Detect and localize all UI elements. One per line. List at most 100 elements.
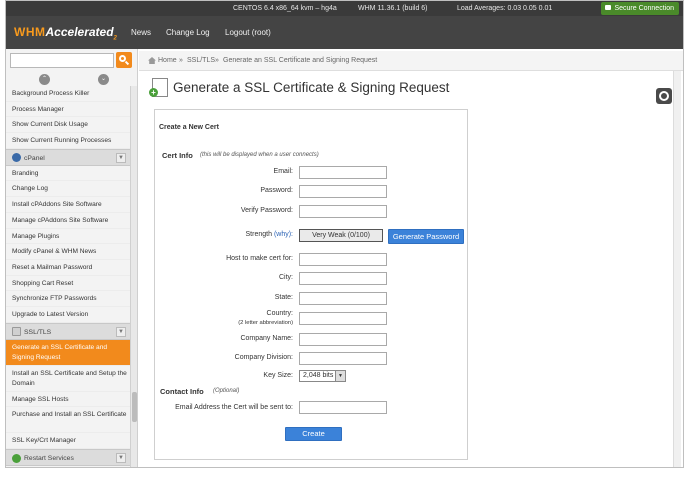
breadcrumb-home[interactable]: Home (158, 57, 177, 64)
password-label: Password: (260, 187, 293, 194)
generate-password-button[interactable]: Generate Password (388, 229, 464, 244)
key-size-value: 2,048 bits (303, 372, 334, 379)
company-name-field[interactable] (299, 333, 387, 346)
main-scrollbar[interactable] (673, 71, 681, 467)
breadcrumb-sep: » (215, 57, 219, 64)
sidebar: ⌃ ⌄ Background Process Killer Process Ma… (6, 49, 138, 467)
contact-optional-note: (Optional) (213, 388, 240, 394)
page-title: Generate a SSL Certificate & Signing Req… (173, 80, 450, 95)
secure-connection-label: Secure Connection (614, 5, 674, 12)
certificate-page-icon: + (149, 78, 168, 97)
secure-connection-badge: Secure Connection (601, 2, 679, 15)
host-label: Host to make cert for: (226, 255, 293, 262)
whm-logo[interactable]: WHMAccelerated2 (14, 25, 117, 41)
sidebar-category-label: cPanel (24, 154, 45, 162)
sidebar-item-manage-cpaddons[interactable]: Manage cPAddons Site Software (6, 213, 130, 229)
restart-icon (12, 453, 21, 463)
whm-version: WHM 11.36.1 (build 6) (358, 5, 428, 12)
breadcrumb-current: Generate an SSL Certificate and Signing … (223, 57, 378, 64)
sidebar-search-input[interactable] (10, 53, 114, 68)
sidebar-item-branding[interactable]: Branding (6, 166, 130, 182)
state-label: State: (274, 294, 293, 301)
sidebar-collapse-row: ⌃ ⌄ (6, 71, 137, 87)
sidebar-item-shopping-cart-reset[interactable]: Shopping Cart Reset (6, 276, 130, 292)
breadcrumb: Home » SSL/TLS » Generate an SSL Certifi… (139, 51, 683, 71)
why-link[interactable]: (why): (274, 231, 293, 238)
status-bar: CENTOS 6.4 x86_64 kvm – hg4a WHM 11.36.1… (6, 1, 683, 16)
company-division-label: Company Division: (234, 354, 293, 361)
sidebar-item-process-manager[interactable]: Process Manager (6, 102, 130, 118)
verify-password-label: Verify Password: (240, 207, 293, 214)
sidebar-scroll-thumb[interactable] (132, 392, 137, 422)
sidebar-category-label: Restart Services (24, 455, 74, 462)
company-division-field[interactable] (299, 352, 387, 365)
lock-icon (605, 5, 612, 10)
country-note: (2 letter abbreviation) (238, 320, 293, 326)
state-field[interactable] (299, 292, 387, 305)
email-field[interactable] (299, 166, 387, 179)
verify-password-field[interactable] (299, 205, 387, 218)
strength-text: Strength (245, 231, 272, 238)
contact-email-label: Email Address the Cert will be sent to: (175, 404, 293, 411)
sidebar-item-install-ssl[interactable]: Install an SSL Certificate and Setup the… (6, 366, 130, 392)
chevron-down-icon: ▼ (335, 371, 345, 381)
sidebar-item-manage-plugins[interactable]: Manage Plugins (6, 229, 130, 245)
sidebar-item-disk-usage[interactable]: Show Current Disk Usage (6, 117, 130, 134)
sidebar-item-reset-mailman[interactable]: Reset a Mailman Password (6, 260, 130, 276)
sidebar-item-modify-news[interactable]: Modify cPanel & WHM News (6, 244, 130, 260)
logo-accelerated-text: Accelerated (45, 25, 114, 39)
sidebar-item-ssl-key-manager[interactable]: SSL Key/Crt Manager (6, 433, 130, 449)
os-info: CENTOS 6.4 x86_64 kvm – hg4a (233, 5, 337, 12)
logo-whm-text: WHM (14, 25, 46, 39)
sidebar-item-change-log[interactable]: Change Log (6, 181, 130, 198)
chevron-down-icon: ▼ (116, 326, 126, 337)
form-heading: Create a New Cert (159, 124, 219, 131)
contact-email-field[interactable] (299, 401, 387, 414)
country-field[interactable] (299, 312, 387, 325)
sidebar-menu: Background Process Killer Process Manage… (6, 86, 130, 466)
password-field[interactable] (299, 185, 387, 198)
sidebar-search-button[interactable] (116, 52, 132, 68)
country-label: Country: (266, 310, 293, 317)
nav-logout-link[interactable]: Logout (root) (225, 28, 271, 37)
key-size-select[interactable]: 2,048 bits ▼ (299, 370, 346, 382)
sidebar-scrollbar[interactable] (130, 86, 137, 467)
sidebar-item-generate-ssl[interactable]: Generate an SSL Certificate and Signing … (6, 339, 130, 366)
chevron-down-icon: ▼ (116, 453, 126, 463)
chevron-down-icon: ▼ (116, 152, 126, 163)
sidebar-item-running-processes[interactable]: Show Current Running Processes (6, 133, 130, 149)
load-averages: Load Averages: 0.03 0.05 0.01 (457, 5, 553, 12)
whm-window: CENTOS 6.4 x86_64 kvm – hg4a WHM 11.36.1… (5, 0, 684, 468)
sidebar-category-restart[interactable]: Restart Services ▼ (6, 449, 130, 466)
cpanel-icon (12, 153, 21, 163)
nav-news-link[interactable]: News (131, 28, 151, 37)
create-button[interactable]: Create (285, 427, 342, 441)
city-field[interactable] (299, 272, 387, 285)
logo-version-text: 2 (113, 35, 117, 42)
plus-icon: + (149, 88, 158, 97)
collapse-all-icon[interactable]: ⌃ (39, 74, 50, 85)
sidebar-item-purchase-ssl[interactable]: Purchase and Install an SSL Certificate (6, 407, 130, 434)
help-icon[interactable] (656, 88, 672, 104)
sidebar-item-install-cpaddons[interactable]: Install cPAddons Site Software (6, 197, 130, 213)
strength-label: Strength (why): (246, 231, 293, 238)
generate-cert-form: Create a New Cert Cert Info (this will b… (154, 109, 468, 460)
sidebar-category-ssl[interactable]: SSL/TLS ▼ (6, 322, 130, 340)
cert-info-heading: Cert Info (162, 151, 193, 160)
expand-all-icon[interactable]: ⌄ (98, 74, 109, 85)
cert-info-note: (this will be displayed when a user conn… (200, 152, 319, 158)
host-field[interactable] (299, 253, 387, 266)
sidebar-category-cpanel[interactable]: cPanel ▼ (6, 148, 130, 166)
contact-info-heading: Contact Info (160, 387, 204, 396)
sidebar-item-background-process-killer[interactable]: Background Process Killer (6, 86, 130, 102)
sidebar-item-manage-ssl-hosts[interactable]: Manage SSL Hosts (6, 392, 130, 408)
key-size-label: Key Size: (263, 372, 293, 379)
breadcrumb-ssl[interactable]: SSL/TLS (187, 57, 215, 64)
top-nav: WHMAccelerated2 News Change Log Logout (… (6, 16, 683, 49)
sidebar-item-sync-ftp[interactable]: Synchronize FTP Passwords (6, 291, 130, 307)
home-icon (148, 57, 156, 64)
city-label: City: (279, 274, 293, 281)
company-name-label: Company Name: (240, 335, 293, 342)
nav-changelog-link[interactable]: Change Log (166, 28, 210, 37)
sidebar-item-upgrade[interactable]: Upgrade to Latest Version (6, 307, 130, 323)
